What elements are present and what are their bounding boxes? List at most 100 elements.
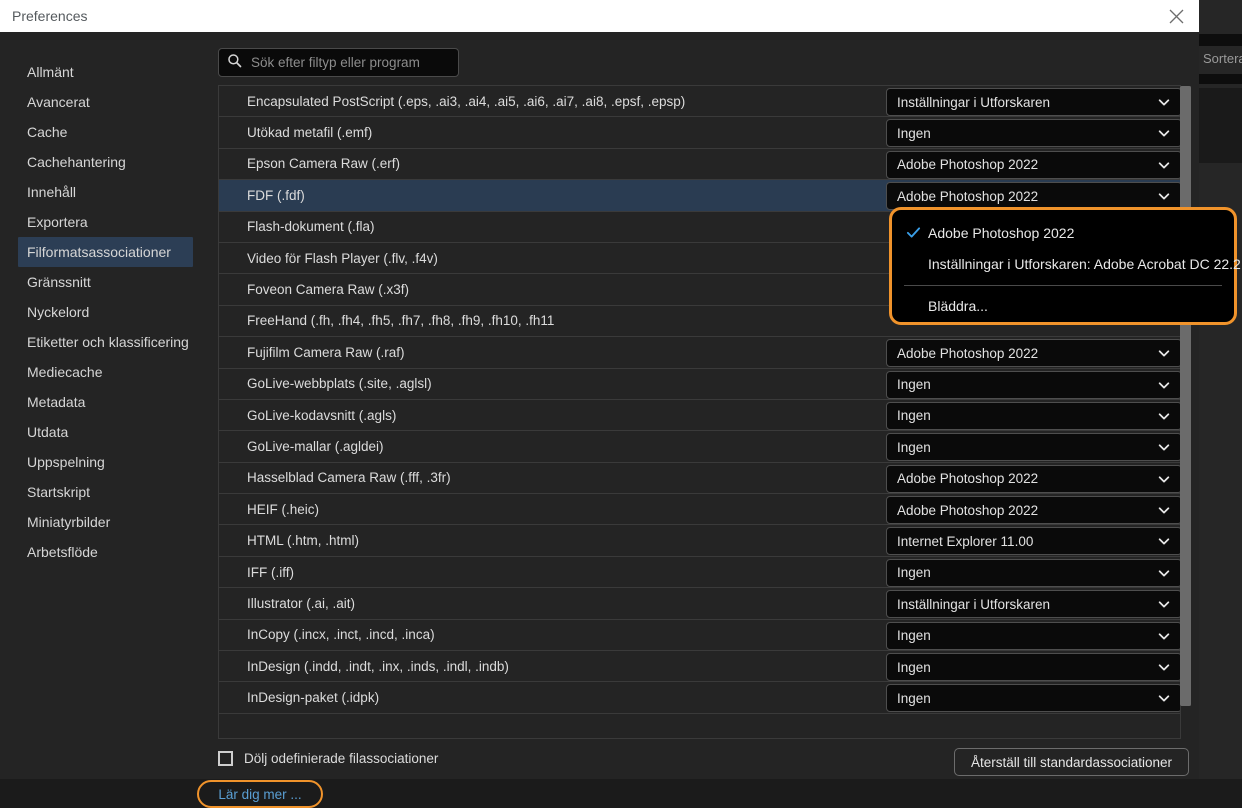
sidebar-item-label: Etiketter och klassificering [27,334,189,350]
table-row[interactable]: HEIF (.heic)Adobe Photoshop 2022 [219,494,1181,525]
app-select[interactable]: Inställningar i Utforskaren [886,590,1181,618]
table-row[interactable]: InCopy (.incx, .inct, .incd, .inca)Ingen [219,620,1181,651]
app-select-value: Ingen [897,377,1157,392]
chevron-down-icon [1157,378,1171,392]
sidebar-item-mediecache[interactable]: Mediecache [0,357,200,387]
learn-more-button[interactable]: Lär dig mer ... [197,780,323,808]
table-row[interactable]: Fujifilm Camera Raw (.raf)Adobe Photosho… [219,337,1181,368]
sidebar-item-label: Nyckelord [27,304,89,320]
search-box[interactable] [218,48,459,77]
menu-item-label: Bläddra... [928,298,988,314]
table-row[interactable]: InDesign-paket (.idpk)Ingen [219,682,1181,713]
sidebar-item-cache[interactable]: Cache [0,117,200,147]
sidebar-item-arbetsfl-de[interactable]: Arbetsflöde [0,537,200,567]
app-select[interactable]: Ingen [886,433,1181,461]
app-select-value: Adobe Photoshop 2022 [897,503,1157,518]
app-select[interactable]: Ingen [886,119,1181,147]
hide-undefined-checkbox-row[interactable]: Dölj odefinierade filassociationer [218,751,438,766]
app-select[interactable]: Adobe Photoshop 2022 [886,465,1181,493]
app-select[interactable]: Adobe Photoshop 2022 [886,151,1181,179]
preferences-dialog: Preferences Allmänt AvanceratCacheCacheha… [0,0,1199,779]
file-association-list[interactable]: Encapsulated PostScript (.eps, .ai3, .ai… [218,85,1181,739]
chevron-down-icon [1157,95,1171,109]
sidebar-item-label: Gränssnitt [27,274,91,290]
app-select[interactable]: Adobe Photoshop 2022 [886,182,1181,210]
chevron-down-icon [1157,189,1171,203]
table-row[interactable]: HTML (.htm, .html)Internet Explorer 11.0… [219,525,1181,556]
table-row[interactable]: GoLive-mallar (.agldei)Ingen [219,431,1181,462]
sidebar-item-nyckelord[interactable]: Nyckelord [0,297,200,327]
file-association-list-inner: Encapsulated PostScript (.eps, .ai3, .ai… [219,86,1181,714]
sidebar: Allmänt AvanceratCacheCachehantering Inneh… [0,32,200,779]
app-select[interactable]: Ingen [886,653,1181,681]
sidebar-item-cachehantering[interactable]: Cachehantering [0,147,200,177]
app-select-value: Ingen [897,628,1157,643]
close-button[interactable] [1153,0,1199,32]
app-select-value: Inställningar i Utforskaren [897,95,1157,110]
search-icon [227,53,242,73]
app-select-value: Ingen [897,691,1157,706]
sidebar-item-utdata[interactable]: Utdata [0,417,200,447]
hide-undefined-checkbox[interactable] [218,751,233,766]
menu-item[interactable]: Inställningar i Utforskaren: Adobe Acrob… [892,248,1234,279]
chevron-down-icon [1157,440,1171,454]
chevron-down-icon [1157,158,1171,172]
sidebar-item-label: Innehåll [27,184,76,200]
app-select-value: Inställningar i Utforskaren [897,597,1157,612]
check-icon [906,225,928,240]
sidebar-item-exportera[interactable]: Exportera [0,207,200,237]
chevron-down-icon [1157,566,1171,580]
menu-separator [904,285,1222,286]
chevron-down-icon [1157,126,1171,140]
menu-item-browse[interactable]: Bläddra... [892,290,1234,321]
app-select[interactable]: Inställningar i Utforskaren [886,88,1181,116]
sidebar-item-etiketter-och-klassificering[interactable]: Etiketter och klassificering [0,327,200,357]
sidebar-item-inneh-ll[interactable]: Innehåll [0,177,200,207]
menu-item-label: Adobe Photoshop 2022 [928,225,1074,241]
list-scrollbar-thumb[interactable] [1180,86,1191,706]
app-select[interactable]: Ingen [886,402,1181,430]
table-row[interactable]: Hasselblad Camera Raw (.fff, .3fr)Adobe … [219,463,1181,494]
app-select-value: Ingen [897,565,1157,580]
search-input[interactable] [249,54,450,71]
app-select[interactable]: Adobe Photoshop 2022 [886,496,1181,524]
learn-more-label: Lär dig mer ... [218,787,301,802]
table-row[interactable]: InDesign (.indd, .indt, .inx, .inds, .in… [219,651,1181,682]
app-select[interactable]: Internet Explorer 11.00 [886,527,1181,555]
sidebar-item-startskript[interactable]: Startskript [0,477,200,507]
table-row[interactable]: Utökad metafil (.emf)Ingen [219,117,1181,148]
sidebar-item-metadata[interactable]: Metadata [0,387,200,417]
sidebar-item-avancerat[interactable]: Avancerat [0,87,200,117]
sidebar-item-label: Metadata [27,394,85,410]
sidebar-item-filformatsassociationer[interactable]: Filformatsassociationer [18,237,193,267]
table-row[interactable]: GoLive-kodavsnitt (.agls)Ingen [219,400,1181,431]
reset-label: Återställ till standardassociationer [971,755,1172,770]
app-dropdown-menu[interactable]: Adobe Photoshop 2022 Inställningar i Utfo… [889,207,1237,325]
table-row[interactable]: Epson Camera Raw (.erf)Adobe Photoshop 2… [219,149,1181,180]
app-select[interactable]: Ingen [886,371,1181,399]
sidebar-item-label: Allmänt [27,64,74,80]
table-row[interactable]: GoLive-webbplats (.site, .aglsl)Ingen [219,369,1181,400]
sidebar-item-gr-nssnitt[interactable]: Gränssnitt [0,267,200,297]
table-row[interactable]: Illustrator (.ai, .ait)Inställningar i U… [219,588,1181,619]
sidebar-item-label: Arbetsflöde [27,544,98,560]
app-select[interactable]: Adobe Photoshop 2022 [886,339,1181,367]
reset-default-associations-button[interactable]: Återställ till standardassociationer [954,748,1189,776]
chevron-down-icon [1157,691,1171,705]
table-row[interactable]: IFF (.iff)Ingen [219,557,1181,588]
dialog-title: Preferences [12,0,87,32]
list-scrollbar[interactable] [1180,86,1191,706]
sidebar-item-label: Miniatyrbilder [27,514,110,530]
app-select-value: Ingen [897,660,1157,675]
chevron-down-icon [1157,629,1171,643]
table-row[interactable]: Encapsulated PostScript (.eps, .ai3, .ai… [219,86,1181,117]
sidebar-item-allm-nt[interactable]: Allmänt [0,57,200,87]
app-select[interactable]: Ingen [886,559,1181,587]
menu-item[interactable]: Adobe Photoshop 2022 [892,217,1234,248]
app-select[interactable]: Ingen [886,684,1181,712]
app-select-value: Ingen [897,440,1157,455]
app-select[interactable]: Ingen [886,622,1181,650]
sidebar-item-miniatyrbilder[interactable]: Miniatyrbilder [0,507,200,537]
sidebar-item-uppspelning[interactable]: Uppspelning [0,447,200,477]
app-select-value: Ingen [897,408,1157,423]
